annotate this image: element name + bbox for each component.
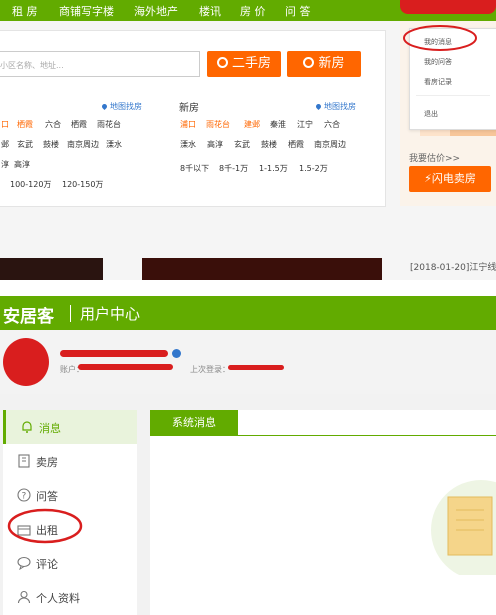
district-link[interactable]: 鼓楼 [261,139,277,150]
district-link[interactable]: 溧水 [180,139,196,150]
nav-news[interactable]: 楼讯 [199,3,221,19]
verified-icon [172,349,181,358]
user-center-title: 用户中心 [80,305,141,323]
district-link[interactable]: 玄武 [17,139,33,150]
question-icon: ? [17,488,31,502]
district-link[interactable]: 栖霞 [288,139,304,150]
map-link-label: 地图找房 [324,102,356,111]
price-link[interactable]: 1-1.5万 [259,163,288,174]
xinfang-button[interactable]: 新房 [287,51,361,77]
svg-text:?: ? [22,492,27,502]
nav-commercial[interactable]: 商铺写字楼 [59,3,114,19]
map-pin-icon [100,102,109,111]
person-icon [17,590,31,604]
last-login-redacted [228,365,284,370]
price-link[interactable]: 1.5-2万 [299,163,328,174]
empty-state-illustration [431,480,496,575]
district-link[interactable]: 秦淮 [270,119,286,130]
sidebar-item-label: 消息 [39,422,61,435]
building-icon [18,454,30,468]
district-link[interactable]: 浦口 [180,119,196,130]
account-redacted [78,364,173,370]
sidebar-item-comments[interactable]: 评论 [3,546,137,580]
district-link[interactable]: 玄武 [234,139,250,150]
search-icon [216,57,228,68]
menu-my-qa[interactable]: 我的问答 [424,57,452,67]
ershou-button[interactable]: 二手房 [207,51,281,77]
bell-icon [22,421,32,433]
district-link[interactable]: 六合 [45,119,61,130]
menu-logout[interactable]: 退出 [424,109,438,119]
red-circle-annotation [403,25,477,51]
sidebar-item-profile[interactable]: 个人资料 [3,580,137,614]
district-link[interactable]: 淳 [1,159,9,170]
sidebar-item-label: 个人资料 [36,592,80,605]
nav-price[interactable]: 房 价 [240,3,266,19]
xinfang-label: 新房 [318,56,345,71]
district-link[interactable]: 邺 [1,139,9,150]
district-link[interactable]: 溧水 [106,139,122,150]
nav-rent[interactable]: 租 房 [12,3,38,19]
sidebar-item-label: 评论 [36,558,58,571]
nav-overseas[interactable]: 海外地产 [134,3,178,19]
sidebar-item-sell[interactable]: 卖房 [3,444,137,478]
district-link[interactable]: 南京周边 [314,139,346,150]
search-input[interactable]: 小区名称、地址... [0,51,200,77]
sidebar-item-messages[interactable]: 消息 [3,410,137,444]
bottom-screenshot: 安居客 用户中心 账户： 上次登录： 消息 卖房 ? 问答 出租 评论 个人资料… [0,296,496,615]
comment-icon [17,556,31,570]
red-scribble [400,0,496,14]
map-link-ershou[interactable]: 地图找房 [100,101,142,112]
top-screenshot: 租 房 商铺写字楼 海外地产 楼讯 房 价 问 答 小区名称、地址... 二手房… [0,0,496,280]
map-pin-icon [314,102,323,111]
map-link-label: 地图找房 [110,102,142,111]
sidebar-item-rent[interactable]: 出租 [3,508,137,546]
ershou-label: 二手房 [231,56,271,71]
district-link[interactable]: 栖霞 [17,119,33,130]
header-divider [70,305,71,322]
nav-qa[interactable]: 问 答 [285,3,311,19]
map-link-xinfang[interactable]: 地图找房 [314,101,356,112]
tab-system-messages[interactable]: 系统消息 [150,410,238,435]
lightning-icon: ⚡ [424,172,432,185]
price-link[interactable]: 8千-1万 [219,163,248,174]
price-link[interactable]: 100-120万 [10,179,51,190]
district-link[interactable]: 六合 [324,119,340,130]
district-link[interactable]: 南京周边 [67,139,99,150]
price-link[interactable]: 8千以下 [180,163,209,174]
district-link[interactable]: 建邺 [244,119,260,130]
listing-thumbnail[interactable] [0,258,103,280]
sidebar-menu: 消息 卖房 ? 问答 出租 评论 个人资料 [3,410,137,615]
last-login-label: 上次登录： [190,365,230,374]
district-link[interactable]: 鼓楼 [43,139,59,150]
flash-sell-label: 闪电卖房 [431,172,476,185]
district-link[interactable]: 雨花台 [97,119,121,130]
menu-divider [416,95,490,96]
district-link[interactable]: 高淳 [14,159,30,170]
listing-thumbnail[interactable] [142,258,382,280]
profile-info-band: 账户： 上次登录： [0,330,496,394]
search-card: 小区名称、地址... 二手房 新房 地图找房 口 栖霞 六合 栖霞 雨花台 邺 … [0,30,386,207]
estimate-link[interactable]: 我要估价>> [409,151,460,164]
message-panel: 系统消息 [150,410,496,615]
sidebar-item-label: 卖房 [36,456,58,469]
sidebar-item-label: 问答 [36,490,58,503]
district-link[interactable]: 栖霞 [71,119,87,130]
district-link[interactable]: 口 [1,119,9,130]
search-icon [303,57,315,68]
news-item[interactable]: [2018-01-20]江宁线 [410,260,496,273]
xinfang-title: 新房 [179,103,199,114]
flash-sell-button[interactable]: ⚡闪电卖房 [409,166,491,192]
menu-viewing-history[interactable]: 看房记录 [424,77,452,87]
brand-logo[interactable]: 安居客 [3,302,54,327]
district-link[interactable]: 雨花台 [206,119,230,130]
user-center-header: 安居客 用户中心 [0,296,496,330]
avatar [3,338,49,386]
tab-underline [150,435,496,436]
red-circle-annotation [7,508,83,544]
district-link[interactable]: 高淳 [207,139,223,150]
price-link[interactable]: 120-150万 [62,179,103,190]
username-redacted [60,350,168,357]
district-link[interactable]: 江宁 [297,119,313,130]
